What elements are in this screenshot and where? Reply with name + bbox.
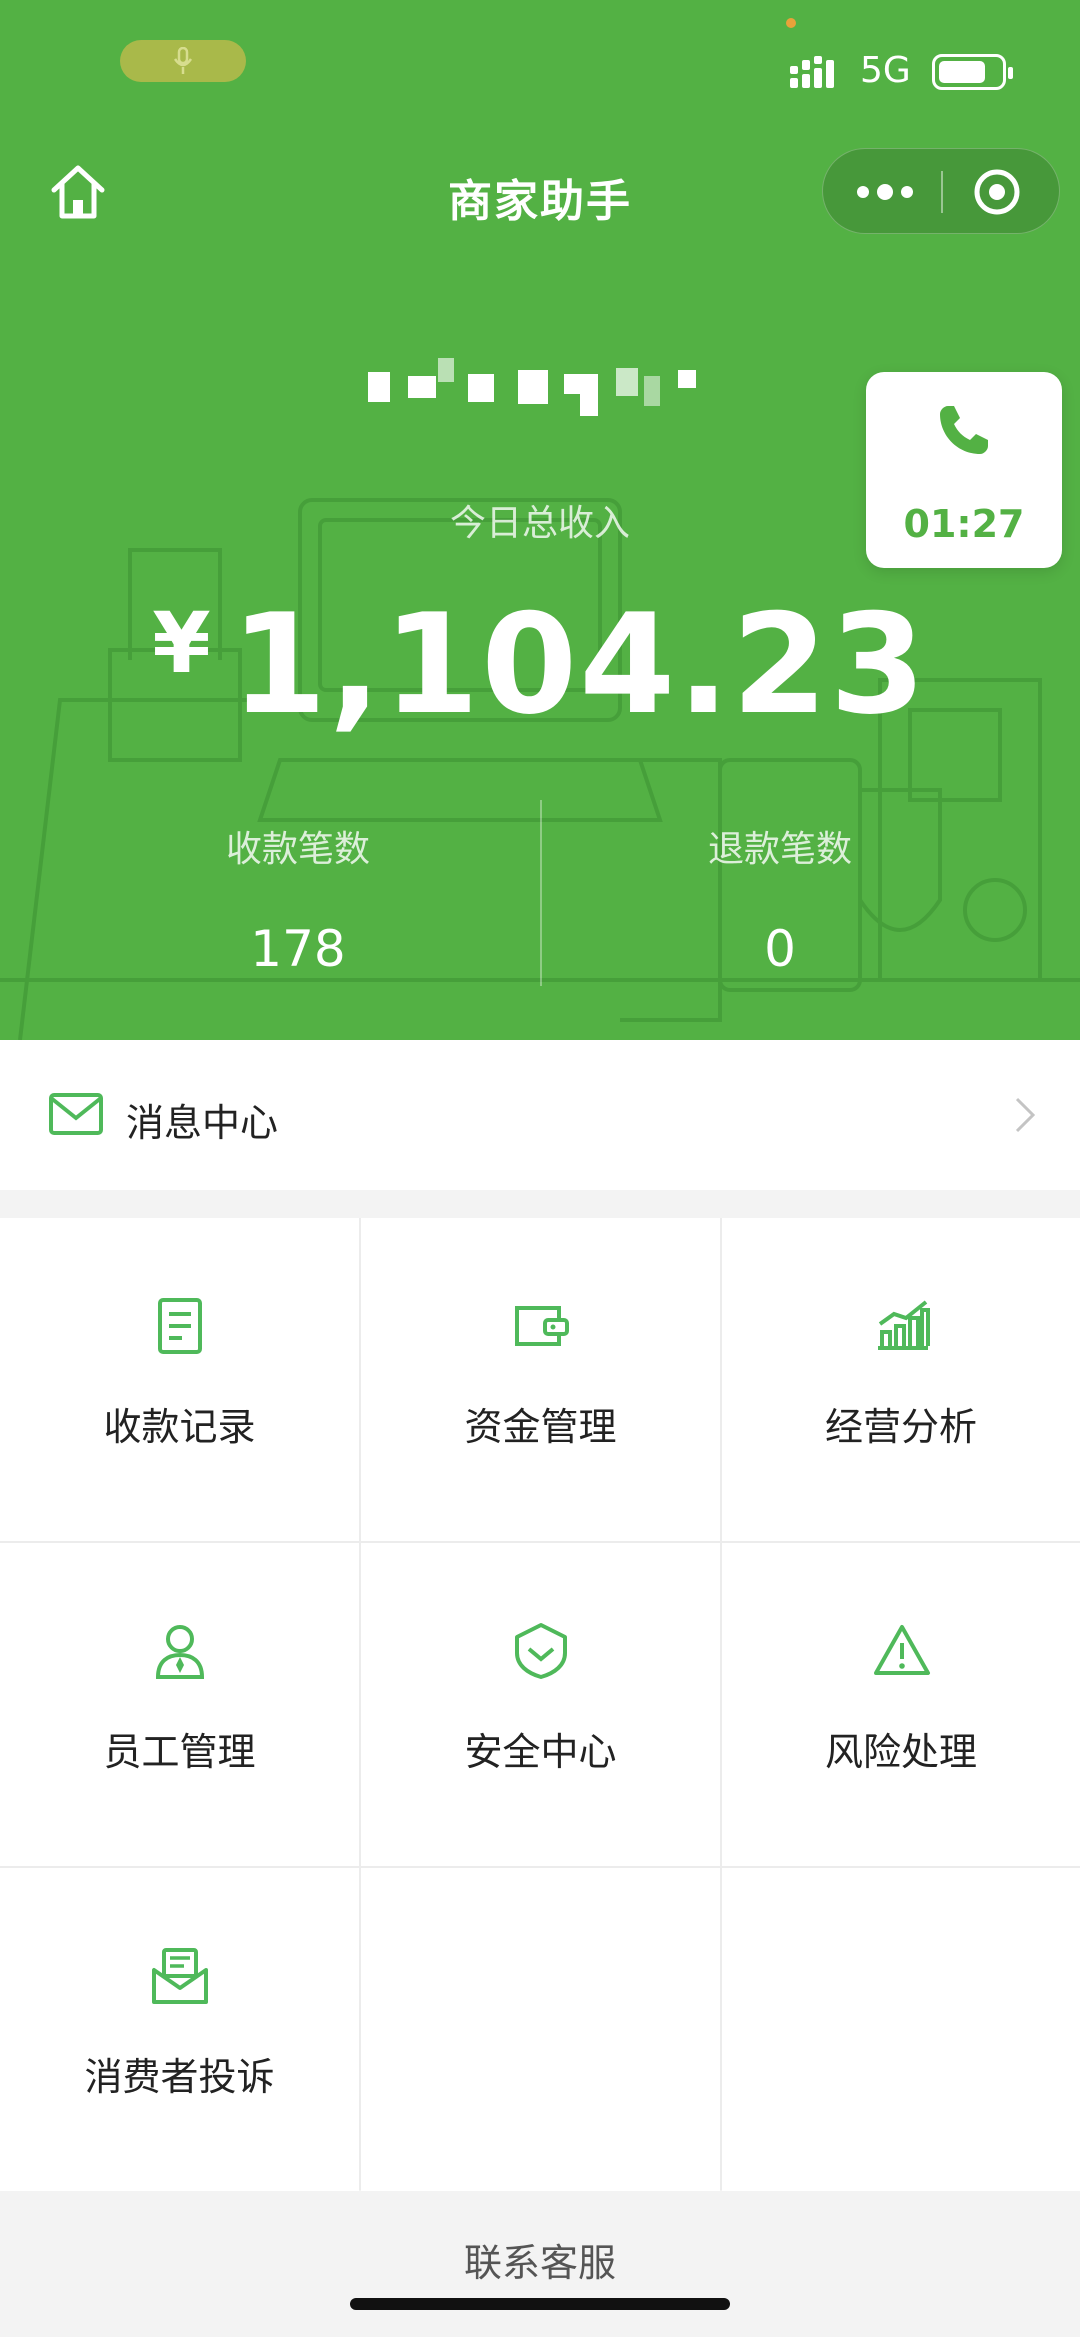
empty-cell [361, 1868, 720, 2191]
phone-icon [940, 406, 988, 454]
capsule-divider [941, 171, 943, 213]
income-label: 今日总收入 [449, 503, 630, 544]
refund-count-stat[interactable]: 退款笔数 0 [510, 820, 1050, 978]
menu-item-label: 风险处理 [824, 1730, 977, 1774]
feature-grid: 收款记录 资金管理 经营分析 员工管理 安全中心 风险处理 消费者投诉 [0, 1218, 1080, 2191]
menu-item-label: 员工管理 [103, 1730, 256, 1774]
menu-item-staff-management[interactable]: 员工管理 [0, 1543, 359, 1866]
miniprogram-capsule [822, 148, 1060, 234]
microphone-icon [173, 47, 193, 74]
income-header: 5G 商家助手 01:27 今日总收入 ¥ 1,104.23 收款笔数 178 … [0, 0, 1080, 1040]
merchant-name-obscured [368, 358, 708, 418]
menu-item-label: 经营分析 [824, 1405, 977, 1449]
menu-item-security-center[interactable]: 安全中心 [361, 1543, 720, 1866]
income-amount: ¥1,104.23 [0, 584, 1080, 745]
menu-item-label: 消费者投诉 [84, 2055, 275, 2099]
menu-item-consumer-complaints[interactable]: 消费者投诉 [0, 1868, 359, 2191]
wallet-icon [515, 1306, 569, 1346]
message-center-row[interactable]: 消息中心 [0, 1040, 1080, 1190]
receipt-icon [158, 1298, 202, 1354]
menu-item-payment-records[interactable]: 收款记录 [0, 1218, 359, 1541]
contact-support-link[interactable]: 联系客服 [0, 2232, 1080, 2287]
chevron-right-icon [1015, 1097, 1036, 1133]
status-bar: 5G [0, 0, 1080, 140]
currency-symbol: ¥ [152, 594, 211, 692]
chart-icon [878, 1300, 930, 1350]
menu-item-label: 资金管理 [464, 1405, 617, 1449]
warning-icon [874, 1625, 930, 1675]
menu-item-label: 收款记录 [103, 1405, 256, 1449]
staff-icon [155, 1625, 205, 1679]
empty-cell [722, 1868, 1080, 2191]
menu-item-fund-management[interactable]: 资金管理 [361, 1218, 720, 1541]
mail-icon [49, 1093, 103, 1135]
payment-count-label: 收款笔数 [225, 829, 370, 870]
menu-item-risk-handling[interactable]: 风险处理 [722, 1543, 1080, 1866]
payment-count-stat[interactable]: 收款笔数 178 [28, 820, 568, 978]
shield-icon [515, 1623, 567, 1679]
menu-item-label: 安全中心 [464, 1730, 617, 1774]
close-miniprogram-icon[interactable] [973, 168, 1021, 216]
privacy-dot [786, 18, 796, 28]
refund-count-value: 0 [764, 920, 796, 978]
message-center-label: 消息中心 [126, 1101, 279, 1145]
home-indicator [350, 2298, 730, 2310]
more-icon[interactable] [853, 177, 917, 207]
refund-count-label: 退款笔数 [707, 829, 852, 870]
screen: 5G 商家助手 01:27 今日总收入 ¥ 1,104.23 收款笔数 178 … [0, 0, 1080, 2337]
complaint-icon [152, 1948, 208, 2004]
signal-icon [790, 56, 834, 88]
network-type: 5G [860, 50, 911, 91]
menu-item-business-analysis[interactable]: 经营分析 [722, 1218, 1080, 1541]
payment-count-value: 178 [250, 920, 346, 978]
battery-icon [932, 54, 1013, 90]
income-value: 1,104.23 [230, 584, 928, 745]
microphone-indicator [120, 40, 246, 82]
